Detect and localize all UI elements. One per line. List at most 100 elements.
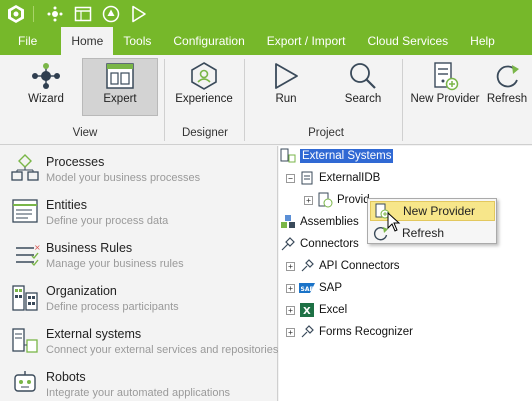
list-item-subtitle: Connect your external services and repos… <box>46 344 279 356</box>
list-item-subtitle: Integrate your automated applications <box>46 387 231 399</box>
expand-toggle[interactable]: + <box>304 195 313 205</box>
expand-toggle[interactable]: + <box>286 261 295 271</box>
connectors-icon <box>280 236 296 252</box>
list-item-robots[interactable]: Robots Integrate your automated applicat… <box>0 365 278 401</box>
list-item-title: Robots <box>46 370 86 384</box>
menu-tools[interactable]: Tools <box>115 27 159 55</box>
list-item-title: Entities <box>46 198 87 212</box>
tree-node-label: Assemblies <box>300 216 359 228</box>
entities-icon <box>10 197 40 227</box>
excel-icon: X <box>299 302 315 318</box>
tree-node-sap[interactable]: + SAP SAP <box>286 278 342 298</box>
expand-toggle[interactable]: + <box>286 283 295 293</box>
organization-icon <box>10 283 40 313</box>
provider-icon <box>317 192 333 208</box>
menu-configuration[interactable]: Configuration <box>165 27 252 55</box>
tree-node-assemblies[interactable]: Assemblies <box>280 212 359 232</box>
svg-text:×: × <box>34 243 40 252</box>
refresh-ribbon-button[interactable]: Refresh <box>484 59 530 115</box>
external-systems-icon <box>10 326 40 356</box>
list-item-business-rules[interactable]: × Business Rules Manage your business ru… <box>0 236 278 279</box>
menu-file[interactable]: File <box>10 27 45 55</box>
list-item-title: Processes <box>46 155 105 169</box>
robots-icon <box>10 369 40 399</box>
context-menu-label: Refresh <box>402 226 445 240</box>
tree-node-providers[interactable]: + Provid <box>304 190 370 210</box>
ribbon-separator <box>244 59 245 141</box>
list-item-external-systems[interactable]: External systems Connect your external s… <box>0 322 278 365</box>
tree-node-external-systems[interactable]: External Systems <box>280 146 394 166</box>
collapse-toggle[interactable]: − <box>286 173 295 183</box>
tree-node-label: Provid <box>337 194 370 206</box>
ribbon-separator <box>164 59 165 141</box>
list-item-subtitle: Manage your business rules <box>46 258 184 270</box>
menu-export-import[interactable]: Export / Import <box>259 27 354 55</box>
tree-node-label: Excel <box>319 304 348 316</box>
toolbar-separator <box>33 5 34 22</box>
tree-node-label: ExternalIDB <box>319 172 381 184</box>
mouse-cursor-icon <box>387 211 401 235</box>
menu-help[interactable]: Help <box>462 27 503 55</box>
wizard-icon <box>29 59 63 93</box>
tree-node-forms-recognizer[interactable]: + Forms Recognizer <box>286 322 413 342</box>
new-provider-icon <box>431 59 459 93</box>
tree-node-connectors[interactable]: Connectors <box>280 234 359 254</box>
list-item-organization[interactable]: Organization Define process participants <box>0 279 278 322</box>
experience-button[interactable]: Experience <box>172 59 236 115</box>
project-group-label: Project <box>308 127 344 139</box>
menu-cloud-services[interactable]: Cloud Services <box>359 27 456 55</box>
run-label: Run <box>275 93 297 105</box>
experience-label: Experience <box>175 93 233 105</box>
wizard-button[interactable]: Wizard <box>12 59 80 115</box>
context-menu-label: New Provider <box>403 204 476 218</box>
expand-toggle[interactable]: + <box>286 305 295 315</box>
tree-node-api-connectors[interactable]: + API Connectors <box>286 256 400 276</box>
expert-icon <box>105 59 135 93</box>
run-quick-icon[interactable] <box>127 2 151 26</box>
list-item-entities[interactable]: Entities Define your process data <box>0 193 278 236</box>
list-item-subtitle: Define your process data <box>46 215 169 227</box>
external-systems-node-icon <box>280 148 296 164</box>
search-icon <box>348 59 378 93</box>
tree-node-label: Connectors <box>300 238 359 250</box>
api-connectors-icon <box>299 258 315 274</box>
new-provider-ribbon-button[interactable]: New Provider <box>408 59 482 115</box>
business-rules-icon: × <box>10 240 40 270</box>
svg-text:X: X <box>303 306 311 317</box>
database-icon <box>299 170 315 186</box>
menu-home[interactable]: Home <box>61 27 114 55</box>
experience-quick-icon[interactable] <box>99 2 123 26</box>
list-item-processes[interactable]: Processes Model your business processes <box>0 150 278 193</box>
menu-bar: File Home Tools Configuration Export / I… <box>0 27 532 55</box>
run-icon <box>272 59 300 93</box>
expert-button[interactable]: Expert <box>82 58 158 116</box>
sap-icon: SAP <box>299 280 315 296</box>
ribbon-separator <box>402 59 403 141</box>
designer-group-label: Designer <box>181 127 229 139</box>
search-label: Search <box>344 93 382 105</box>
list-item-subtitle: Model your business processes <box>46 172 201 184</box>
search-button[interactable]: Search <box>334 59 392 115</box>
tree-node-label: SAP <box>319 282 343 294</box>
forms-recognizer-icon <box>299 324 315 340</box>
list-item-title: External systems <box>46 327 142 341</box>
tree-node-label: API Connectors <box>319 260 400 272</box>
wizard-quick-icon[interactable] <box>43 2 67 26</box>
tree-node-label: External Systems <box>300 149 394 163</box>
app-logo-icon[interactable] <box>4 2 28 26</box>
modules-panel: Processes Model your business processes … <box>0 146 278 401</box>
list-item-title: Business Rules <box>46 241 133 255</box>
wizard-label: Wizard <box>28 93 64 105</box>
expand-toggle[interactable]: + <box>286 327 295 337</box>
processes-icon <box>10 154 40 184</box>
tree-node-externalidb[interactable]: − ExternalIDB <box>286 168 380 188</box>
list-item-title: Organization <box>46 284 117 298</box>
run-button[interactable]: Run <box>256 59 316 115</box>
expert-quick-icon[interactable] <box>71 2 95 26</box>
tree-node-label: Forms Recognizer <box>319 326 413 338</box>
ribbon: Wizard Expert View Experience Designer R… <box>0 55 532 145</box>
experience-icon <box>189 59 219 93</box>
expert-label: Expert <box>103 93 137 105</box>
svg-text:SAP: SAP <box>301 286 315 293</box>
tree-node-excel[interactable]: + X Excel <box>286 300 347 320</box>
